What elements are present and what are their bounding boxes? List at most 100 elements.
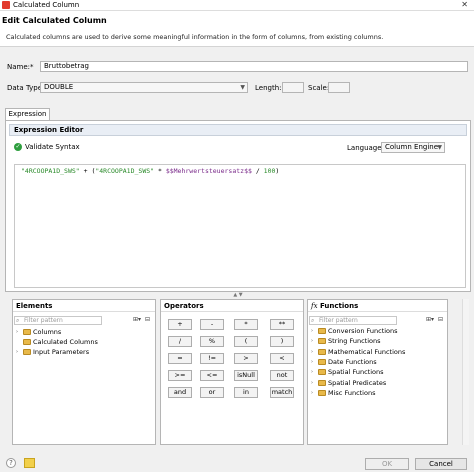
operators-panel-title: Operators <box>161 300 303 312</box>
function-category-label: Conversion Functions <box>328 327 398 335</box>
function-category-label: Misc Functions <box>328 388 376 397</box>
vertical-scrollbar[interactable] <box>462 299 469 445</box>
chevron-right-icon[interactable]: › <box>311 359 316 365</box>
chevron-down-icon: ▼ <box>437 144 442 151</box>
help-icon[interactable]: ? <box>6 458 16 468</box>
elements-filter-input[interactable]: ⌕ Filter pattern <box>14 316 102 325</box>
tree-item-label: Input Parameters <box>33 348 90 356</box>
folder-icon <box>318 369 326 376</box>
operator-button[interactable]: != <box>200 353 224 364</box>
tree-item-columns[interactable]: › Columns <box>16 328 61 336</box>
chevron-right-icon[interactable]: › <box>311 328 316 334</box>
operator-button[interactable]: ** <box>270 319 294 330</box>
chevron-right-icon[interactable]: › <box>311 349 316 355</box>
chevron-right-icon[interactable]: › <box>16 349 21 355</box>
function-category-item[interactable]: › Spatial Predicates <box>311 379 386 387</box>
scale-input[interactable] <box>328 82 350 93</box>
function-category-item[interactable]: › Mathematical Functions <box>311 348 405 356</box>
expression-column-ref: "4RCOOPA1D_SWS" <box>21 167 80 175</box>
language-label: Language: <box>347 144 384 152</box>
filter-placeholder: Filter pattern <box>319 317 358 324</box>
expression-number: 100 <box>263 167 276 175</box>
expression-operator: * <box>154 167 166 175</box>
function-category-item[interactable]: › Conversion Functions <box>311 327 398 335</box>
functions-panel-title: Functions <box>319 302 359 310</box>
operator-button[interactable]: % <box>200 336 224 347</box>
splitter-handle[interactable]: ▲ ▼ <box>5 293 471 298</box>
chevron-right-icon[interactable]: › <box>16 329 21 335</box>
chevron-right-icon[interactable]: › <box>311 338 316 344</box>
operator-button[interactable]: in <box>234 387 258 398</box>
ok-button[interactable]: OK <box>365 458 409 470</box>
functions-filter-input[interactable]: ⌕ Filter pattern <box>309 316 397 325</box>
folder-icon <box>318 348 326 355</box>
filter-icon: ⌕ <box>311 317 315 324</box>
chevron-right-icon[interactable]: › <box>311 390 316 396</box>
function-category-item[interactable]: › Misc Functions <box>311 389 375 397</box>
notes-icon[interactable] <box>24 458 35 468</box>
close-icon[interactable]: ✕ <box>461 0 468 9</box>
operator-button[interactable]: - <box>200 319 224 330</box>
folder-icon <box>318 328 326 334</box>
operator-button[interactable]: + <box>168 319 192 330</box>
function-category-label: Date Functions <box>328 357 377 366</box>
functions-panel-head: fx Functions <box>308 300 447 312</box>
collapse-all-icon[interactable]: ⊟ <box>438 316 443 323</box>
tree-item-label: Columns <box>33 328 62 336</box>
folder-icon <box>23 349 31 355</box>
operator-button[interactable]: / <box>168 336 192 347</box>
function-category-label: String Functions <box>328 337 381 346</box>
operator-button[interactable]: > <box>234 353 258 364</box>
length-input[interactable] <box>282 82 304 93</box>
collapse-all-icon[interactable]: ⊟ <box>145 316 150 323</box>
operator-button[interactable]: ( <box>234 336 258 347</box>
datatype-value: DOUBLE <box>44 83 74 91</box>
operator-button[interactable]: match <box>270 387 294 398</box>
datatype-select[interactable]: DOUBLE ▼ <box>40 82 248 93</box>
window-title: Calculated Column <box>13 1 80 9</box>
folder-icon <box>318 338 326 345</box>
operator-button[interactable]: <= <box>200 370 224 381</box>
scale-label: Scale: <box>308 84 330 92</box>
folder-icon <box>318 358 326 365</box>
language-select[interactable]: Column Engine ▼ <box>381 142 445 153</box>
chevron-down-icon: ▼ <box>240 84 245 91</box>
operator-button[interactable]: isNull <box>234 370 258 381</box>
operator-button[interactable]: * <box>234 319 258 330</box>
function-category-item[interactable]: › Spatial Functions <box>311 368 383 376</box>
operator-button[interactable]: or <box>200 387 224 398</box>
function-category-item[interactable]: › Date Functions <box>311 358 377 366</box>
operator-button[interactable]: < <box>270 353 294 364</box>
tree-item-input-parameters[interactable]: › Input Parameters <box>16 348 89 356</box>
filter-placeholder: Filter pattern <box>24 317 63 324</box>
name-label: Name:* <box>7 63 34 71</box>
expression-parameter-ref: $$Mehrwertsteuersatz$$ <box>165 167 252 175</box>
operator-button[interactable]: ) <box>270 336 294 347</box>
operator-button[interactable]: not <box>270 370 294 381</box>
operator-button[interactable]: = <box>168 353 192 364</box>
name-input[interactable]: Bruttobetrag <box>40 61 468 72</box>
validate-syntax-button[interactable]: ✓ Validate Syntax <box>14 143 80 151</box>
filter-icon: ⌕ <box>16 317 20 324</box>
tab-expression[interactable]: Expression <box>5 108 50 120</box>
expression-editor-header: Expression Editor <box>9 124 467 136</box>
expand-all-icon[interactable]: ⊞▾ <box>426 316 434 323</box>
folder-icon <box>318 379 326 386</box>
fx-icon: fx <box>311 302 318 310</box>
cancel-button[interactable]: Cancel <box>415 458 467 470</box>
expand-all-icon[interactable]: ⊞▾ <box>133 316 141 323</box>
expression-column-ref: "4RCOOPA1D_SWS" <box>95 167 155 175</box>
dialog-header: Edit Calculated Column Calculated column… <box>0 11 474 47</box>
operator-button[interactable]: >= <box>168 370 192 381</box>
chevron-right-icon[interactable]: › <box>311 380 316 386</box>
tree-item-calculated-columns[interactable]: Calculated Columns <box>16 338 98 346</box>
tree-item-label: Calculated Columns <box>33 338 98 346</box>
check-icon: ✓ <box>14 143 22 151</box>
operator-button[interactable]: and <box>168 387 192 398</box>
function-category-label: Spatial Functions <box>328 368 384 377</box>
function-category-label: Spatial Predicates <box>328 378 387 387</box>
function-category-item[interactable]: › String Functions <box>311 337 381 345</box>
expression-textarea[interactable]: "4RCOOPA1D_SWS" + ("4RCOOPA1D_SWS" * $$M… <box>14 164 466 288</box>
elements-panel-title: Elements <box>13 300 155 312</box>
chevron-right-icon[interactable]: › <box>311 369 316 375</box>
